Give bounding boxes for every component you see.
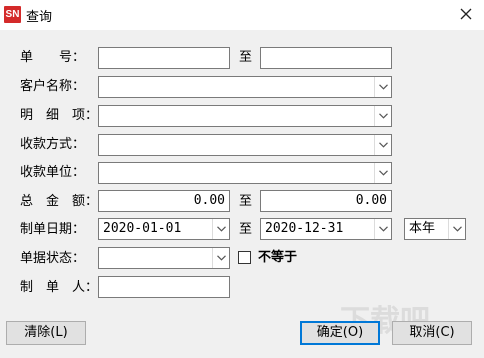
chevron-down-icon xyxy=(378,226,388,232)
payment-method-dropdown-button[interactable] xyxy=(374,135,391,155)
doc-no-to-separator: 至 xyxy=(239,50,253,65)
date-period-dropdown-button[interactable] xyxy=(448,219,465,239)
not-equal-label: 不等于 xyxy=(258,250,298,265)
payment-method-select[interactable] xyxy=(98,134,392,156)
customer-label: 客户名称： xyxy=(20,79,86,94)
close-icon xyxy=(460,8,472,20)
chevron-down-icon xyxy=(216,255,226,261)
customer-dropdown-button[interactable] xyxy=(374,77,391,97)
total-amount-to-value: 0.00 xyxy=(355,193,387,208)
title-bar: SN 查询 xyxy=(0,0,484,30)
clear-button[interactable]: 清除(L) xyxy=(6,321,86,345)
chevron-down-icon xyxy=(378,142,388,148)
create-date-to-value: 2020-12-31 xyxy=(265,221,344,236)
doc-status-dropdown-button[interactable] xyxy=(212,248,229,268)
not-equal-checkbox[interactable] xyxy=(238,251,251,264)
create-date-label: 制单日期： xyxy=(20,222,86,237)
doc-no-to-input[interactable] xyxy=(260,47,392,69)
cancel-button[interactable]: 取消(C) xyxy=(392,321,472,345)
detail-item-select[interactable] xyxy=(98,105,392,127)
ok-button[interactable]: 确定(O) xyxy=(300,321,380,345)
chevron-down-icon xyxy=(378,113,388,119)
create-date-from-value: 2020-01-01 xyxy=(103,221,182,236)
total-amount-to-separator: 至 xyxy=(239,194,253,209)
total-amount-from-value: 0.00 xyxy=(193,193,225,208)
doc-status-label: 单据状态： xyxy=(20,251,86,266)
creator-input[interactable] xyxy=(98,276,230,298)
create-date-to-dropdown-button[interactable] xyxy=(374,219,391,239)
payee-unit-label: 收款单位： xyxy=(20,165,86,180)
detail-item-label: 明 细 项： xyxy=(20,108,99,123)
window-title: 查询 xyxy=(26,10,53,25)
detail-item-dropdown-button[interactable] xyxy=(374,106,391,126)
create-date-to-picker[interactable]: 2020-12-31 xyxy=(260,218,392,240)
payee-unit-dropdown-button[interactable] xyxy=(374,163,391,183)
doc-no-label: 单 号： xyxy=(20,50,86,65)
customer-select[interactable] xyxy=(98,76,392,98)
close-button[interactable] xyxy=(452,2,480,26)
total-amount-to-input[interactable]: 0.00 xyxy=(260,190,392,212)
app-icon: SN xyxy=(4,6,21,23)
doc-status-select[interactable] xyxy=(98,247,230,269)
payment-method-label: 收款方式： xyxy=(20,137,86,152)
chevron-down-icon xyxy=(378,170,388,176)
create-date-to-separator: 至 xyxy=(239,222,253,237)
date-period-select[interactable]: 本年 xyxy=(404,218,466,240)
total-amount-label: 总 金 额： xyxy=(20,194,99,209)
payee-unit-select[interactable] xyxy=(98,162,392,184)
doc-no-from-input[interactable] xyxy=(98,47,230,69)
chevron-down-icon xyxy=(216,226,226,232)
chevron-down-icon xyxy=(378,84,388,90)
create-date-from-dropdown-button[interactable] xyxy=(212,219,229,239)
create-date-from-picker[interactable]: 2020-01-01 xyxy=(98,218,230,240)
creator-label: 制 单 人： xyxy=(20,280,99,295)
chevron-down-icon xyxy=(452,226,462,232)
total-amount-from-input[interactable]: 0.00 xyxy=(98,190,230,212)
